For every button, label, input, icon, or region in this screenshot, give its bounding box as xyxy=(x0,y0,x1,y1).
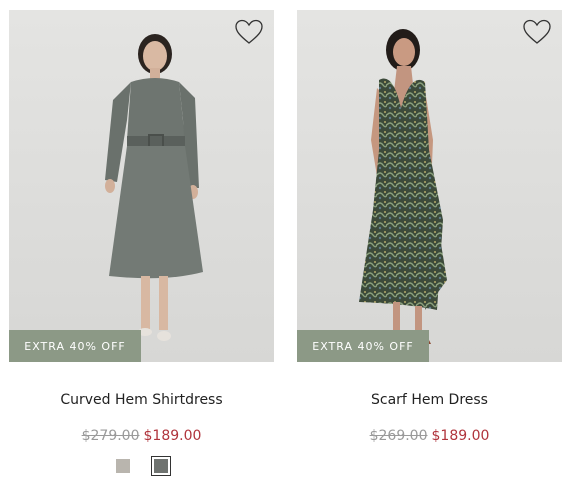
color-swatch-light-gray[interactable] xyxy=(113,456,133,476)
original-price: $279.00 xyxy=(81,428,140,444)
product-card[interactable]: EXTRA 40% OFF Scarf Hem Dress $269.00 $18… xyxy=(297,10,562,444)
promo-badge: EXTRA 40% OFF xyxy=(297,330,429,362)
sale-price: $189.00 xyxy=(431,428,490,444)
product-card[interactable]: EXTRA 40% OFF Curved Hem Shirtdress $279… xyxy=(9,10,274,476)
product-image[interactable]: EXTRA 40% OFF xyxy=(297,10,562,362)
model-photo xyxy=(359,29,447,344)
product-image[interactable]: EXTRA 40% OFF xyxy=(9,10,274,362)
color-swatches xyxy=(9,456,274,476)
wishlist-heart-icon[interactable] xyxy=(522,18,552,46)
model-photo xyxy=(105,34,203,341)
product-name[interactable]: Scarf Hem Dress xyxy=(297,392,562,408)
wishlist-heart-icon[interactable] xyxy=(234,18,264,46)
price-group: $279.00 $189.00 xyxy=(9,428,274,444)
product-name[interactable]: Curved Hem Shirtdress xyxy=(9,392,274,408)
original-price: $269.00 xyxy=(369,428,428,444)
promo-badge: EXTRA 40% OFF xyxy=(9,330,141,362)
price-group: $269.00 $189.00 xyxy=(297,428,562,444)
sale-price: $189.00 xyxy=(143,428,202,444)
color-swatch-dark-gray[interactable] xyxy=(150,456,171,476)
